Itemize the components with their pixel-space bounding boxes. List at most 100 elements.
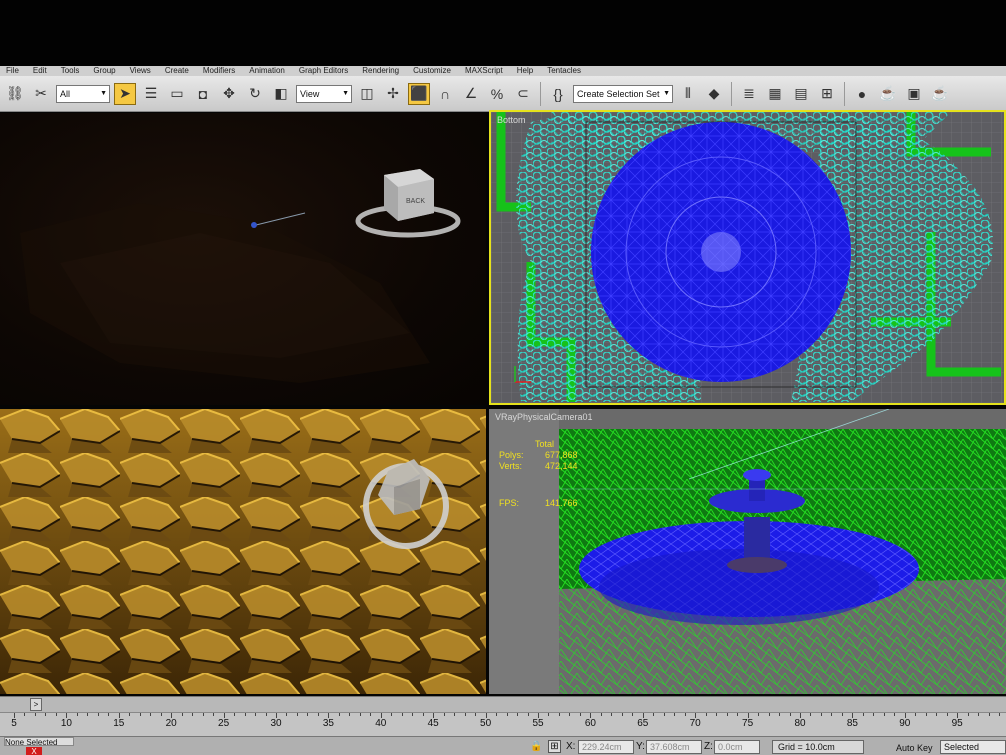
rendered-frame-window-icon[interactable]: ▣	[903, 83, 925, 105]
viewport-top-right[interactable]: Bottom	[489, 110, 1006, 405]
light-helper-icon[interactable]	[251, 222, 257, 228]
menu-item[interactable]: File	[6, 66, 19, 76]
viewport-top-left[interactable]: BACK	[0, 113, 486, 405]
ruler-number: 80	[794, 718, 806, 729]
select-and-link-icon[interactable]: ⛓	[4, 83, 26, 105]
pivot-center-icon[interactable]: ◫	[356, 83, 378, 105]
menu-item[interactable]: Help	[517, 66, 533, 76]
spinner-snap-icon[interactable]: ⊂	[512, 83, 534, 105]
y-coord-field[interactable]: 37.608cm	[646, 740, 702, 754]
ruler-minor-tick	[737, 713, 739, 716]
mirror-icon[interactable]: ⫴	[677, 83, 699, 105]
render-production-icon[interactable]: ☕	[929, 83, 951, 105]
menu-item[interactable]: Edit	[33, 66, 47, 76]
rectangular-selection-icon[interactable]: ▭	[166, 83, 188, 105]
ruler-number: 25	[218, 718, 230, 729]
ruler-minor-tick	[307, 713, 309, 716]
status-bar: None Selected X 🔒 ⊞ X: 229.24cm Y: 37.60…	[0, 736, 1006, 755]
menu-item[interactable]: Modifiers	[203, 66, 235, 76]
z-coord-field[interactable]: 0.0cm	[714, 740, 760, 754]
menu-item[interactable]: Rendering	[362, 66, 399, 76]
ruler-number: 55	[532, 718, 544, 729]
ruler-minor-tick	[967, 713, 969, 716]
viewport-label[interactable]: VRayPhysicalCamera01	[495, 412, 593, 422]
time-slider-track[interactable]: >	[0, 696, 1006, 712]
reference-coordinate-dropdown[interactable]: View	[296, 84, 352, 103]
render-setup-icon[interactable]: ☕	[877, 83, 899, 105]
absolute-mode-toggle-icon[interactable]: ⊞	[548, 740, 561, 753]
ruler-minor-tick	[422, 713, 424, 716]
viewport-bottom-left[interactable]	[0, 409, 486, 694]
ruler-minor-tick	[97, 713, 99, 716]
scale-icon[interactable]: ◧	[270, 83, 292, 105]
menu-item[interactable]: Graph Editors	[299, 66, 348, 76]
menu-item[interactable]: Tools	[61, 66, 80, 76]
ruler-minor-tick	[548, 713, 550, 716]
menu-item[interactable]: Group	[93, 66, 115, 76]
x-coord-field[interactable]: 229.24cm	[578, 740, 634, 754]
ruler-minor-tick	[160, 713, 162, 716]
ruler-number: 45	[427, 718, 439, 729]
ruler-minor-tick	[810, 713, 812, 716]
menu-item[interactable]: Customize	[413, 66, 451, 76]
ruler-minor-tick	[883, 713, 885, 716]
angle-snap-icon[interactable]: ∠	[460, 83, 482, 105]
snaps-toggle-icon[interactable]: ∩	[434, 83, 456, 105]
ruler-minor-tick	[579, 713, 581, 716]
layer-manager-icon[interactable]: ≣	[738, 83, 760, 105]
ruler-number: 5	[11, 718, 17, 729]
select-manipulate-icon[interactable]: ✢	[382, 83, 404, 105]
menu-item[interactable]: Tentacles	[547, 66, 581, 76]
unlink-icon[interactable]: ✂	[30, 83, 52, 105]
schematic-view-icon[interactable]: ⊞	[816, 83, 838, 105]
material-editor-icon[interactable]: ●	[851, 83, 873, 105]
menu-item[interactable]: Animation	[249, 66, 285, 76]
rotate-icon[interactable]: ↻	[244, 83, 266, 105]
ruler-minor-tick	[139, 713, 141, 716]
ruler-minor-tick	[915, 713, 917, 716]
window-crossing-icon[interactable]: ◘	[192, 83, 214, 105]
key-filter-dropdown[interactable]: Selected	[940, 740, 1006, 754]
viewcube-icon[interactable]	[384, 169, 434, 221]
graphite-tools-icon[interactable]: ▦	[764, 83, 786, 105]
lock-selection-icon[interactable]: 🔒	[530, 741, 542, 752]
time-slider-thumb[interactable]: >	[30, 698, 42, 711]
edit-named-selection-icon[interactable]: {}	[547, 83, 569, 105]
menu-item[interactable]: Views	[130, 66, 151, 76]
ruler-number: 50	[480, 718, 492, 729]
ruler-minor-tick	[894, 713, 896, 716]
ruler-minor-tick	[454, 713, 456, 716]
viewport-label[interactable]: Bottom	[497, 115, 526, 125]
track-bar-ruler[interactable]: 5 10 15 20 25 30 35 40 45 50 55 60 65 70 75 80 85 90 95	[0, 712, 1006, 736]
ruler-number: 15	[113, 718, 125, 729]
ruler-minor-tick	[621, 713, 623, 716]
move-icon[interactable]: ✥	[218, 83, 240, 105]
menu-item[interactable]: Create	[165, 66, 189, 76]
ruler-minor-tick	[726, 713, 728, 716]
auto-key-button[interactable]: Auto Key	[896, 741, 933, 755]
curve-editor-icon[interactable]: ▤	[790, 83, 812, 105]
close-icon[interactable]: X	[26, 747, 42, 755]
ruler-minor-tick	[370, 713, 372, 716]
ruler-minor-tick	[506, 713, 508, 716]
menu-bar: File Edit Tools Group Views Create Modifiers An…	[0, 66, 1006, 76]
fountain-pool-mesh[interactable]	[591, 122, 851, 382]
ruler-minor-tick	[873, 713, 875, 716]
select-object-icon[interactable]: ➤	[114, 82, 136, 105]
viewport-bottom-right[interactable]: VRayPhysicalCamera01 Total Polys: 677,86…	[489, 409, 1006, 694]
named-selection-dropdown[interactable]: Create Selection Set	[573, 84, 673, 103]
menu-item[interactable]: MAXScript	[465, 66, 503, 76]
ruler-minor-tick	[831, 713, 833, 716]
percent-snap-icon[interactable]: %	[486, 83, 508, 105]
main-toolbar: ⛓ ✂ All ➤ ☰ ▭ ◘ ✥ ↻ ◧ View ◫ ✢ ⬛ ∩ ∠ % ⊂…	[0, 76, 1006, 112]
selection-filter-dropdown[interactable]: All	[56, 84, 110, 103]
ruler-minor-tick	[925, 713, 927, 716]
y-coord-label: Y:	[636, 741, 645, 752]
ruler-number: 10	[60, 718, 72, 729]
ruler-minor-tick	[24, 713, 26, 716]
select-by-name-icon[interactable]: ☰	[140, 83, 162, 105]
keyboard-shortcut-override-icon[interactable]: ⬛	[408, 82, 430, 105]
viewport-top-left-scene: BACK	[20, 169, 461, 383]
ruler-minor-tick	[412, 713, 414, 716]
align-icon[interactable]: ◆	[703, 83, 725, 105]
